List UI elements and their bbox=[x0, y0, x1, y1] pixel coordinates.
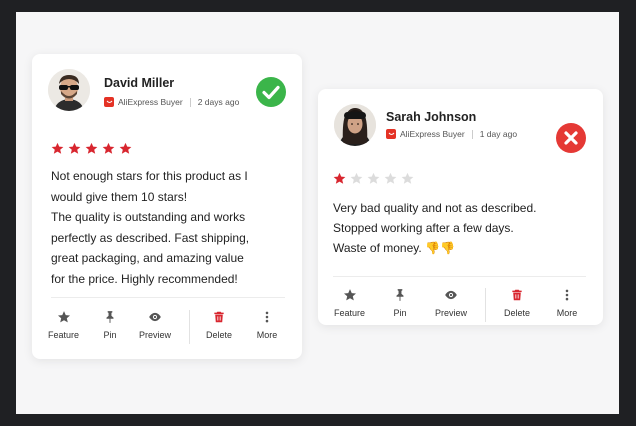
star-empty-icon bbox=[350, 172, 363, 184]
avatar bbox=[334, 104, 376, 146]
star-icon bbox=[68, 142, 81, 154]
more-button[interactable]: More bbox=[552, 288, 582, 318]
review-text: Not enough stars for this product as I w… bbox=[51, 166, 249, 289]
preview-label: Preview bbox=[434, 308, 467, 318]
preview-button[interactable]: Preview bbox=[137, 310, 173, 340]
review-line: would give them 10 stars! bbox=[51, 189, 188, 204]
star-icon bbox=[85, 142, 98, 154]
star-icon bbox=[333, 172, 346, 184]
star-icon bbox=[57, 311, 70, 323]
review-line: Very bad quality and not as described. bbox=[333, 201, 537, 215]
pin-button[interactable]: Pin bbox=[383, 288, 417, 318]
review-text: Very bad quality and not as described. S… bbox=[333, 198, 536, 258]
pin-icon bbox=[396, 289, 404, 301]
star-empty-icon bbox=[367, 172, 380, 184]
meta-separator bbox=[189, 97, 191, 107]
approved-check-icon[interactable] bbox=[256, 77, 286, 107]
pin-icon bbox=[106, 311, 114, 323]
more-label: More bbox=[556, 308, 578, 318]
avatar bbox=[48, 69, 90, 111]
feature-button[interactable]: Feature bbox=[332, 288, 367, 318]
feature-label: Feature bbox=[47, 330, 80, 340]
delete-button[interactable]: Delete bbox=[500, 288, 534, 318]
review-actions: Feature Pin Preview Delete More bbox=[46, 310, 282, 344]
pin-button[interactable]: Pin bbox=[93, 310, 127, 340]
review-date: 1 day ago bbox=[479, 129, 518, 139]
canvas: David Miller AliExpress Buyer 2 days ago… bbox=[16, 12, 619, 414]
aliexpress-icon bbox=[104, 97, 114, 107]
trash-icon bbox=[214, 311, 224, 323]
pin-label: Pin bbox=[393, 308, 407, 318]
pin-label: Pin bbox=[103, 330, 117, 340]
delete-label: Delete bbox=[503, 308, 530, 318]
more-button[interactable]: More bbox=[252, 310, 282, 340]
review-card-approved: David Miller AliExpress Buyer 2 days ago… bbox=[32, 54, 302, 359]
action-separator bbox=[485, 288, 486, 322]
more-label: More bbox=[256, 330, 278, 340]
star-icon bbox=[343, 289, 356, 301]
review-line: perfectly as described. Fast shipping, bbox=[51, 230, 250, 245]
review-meta: AliExpress Buyer 1 day ago bbox=[386, 129, 517, 139]
review-line: Waste of money. 👎👎 bbox=[333, 241, 455, 255]
delete-button[interactable]: Delete bbox=[202, 310, 236, 340]
review-line: Stopped working after a few days. bbox=[333, 221, 514, 235]
star-icon bbox=[119, 142, 132, 154]
preview-label: Preview bbox=[138, 330, 171, 340]
star-rating bbox=[333, 172, 414, 185]
more-vertical-icon bbox=[565, 289, 569, 301]
review-line: great packaging, and amazing value bbox=[51, 251, 244, 265]
divider bbox=[333, 276, 586, 277]
reviewer-source: AliExpress Buyer bbox=[400, 129, 465, 139]
review-line: The quality is outstanding and works bbox=[51, 210, 246, 224]
preview-button[interactable]: Preview bbox=[433, 288, 469, 318]
review-date: 2 days ago bbox=[197, 97, 240, 107]
star-rating bbox=[51, 142, 132, 155]
eye-icon bbox=[445, 290, 457, 300]
star-empty-icon bbox=[401, 172, 414, 184]
divider bbox=[51, 297, 285, 298]
meta-separator bbox=[471, 129, 473, 139]
delete-label: Delete bbox=[205, 330, 232, 340]
star-empty-icon bbox=[384, 172, 397, 184]
reviewer-name: Sarah Johnson bbox=[386, 110, 477, 124]
trash-icon bbox=[512, 289, 522, 301]
eye-icon bbox=[149, 312, 161, 322]
review-line: Not enough stars for this product as I bbox=[51, 169, 248, 183]
action-separator bbox=[189, 310, 190, 344]
rejected-x-icon[interactable] bbox=[556, 123, 586, 153]
review-card-rejected: Sarah Johnson AliExpress Buyer 1 day ago… bbox=[318, 89, 603, 325]
reviewer-source: AliExpress Buyer bbox=[118, 97, 183, 107]
feature-button[interactable]: Feature bbox=[46, 310, 81, 340]
review-line: for the price. Highly recommended! bbox=[51, 271, 238, 286]
reviewer-name: David Miller bbox=[104, 76, 175, 90]
review-meta: AliExpress Buyer 2 days ago bbox=[104, 97, 239, 107]
feature-label: Feature bbox=[333, 308, 366, 318]
aliexpress-icon bbox=[386, 129, 396, 139]
star-icon bbox=[102, 142, 115, 154]
star-icon bbox=[51, 142, 64, 154]
more-vertical-icon bbox=[265, 311, 269, 323]
review-actions: Feature Pin Preview Delete More bbox=[332, 288, 582, 322]
